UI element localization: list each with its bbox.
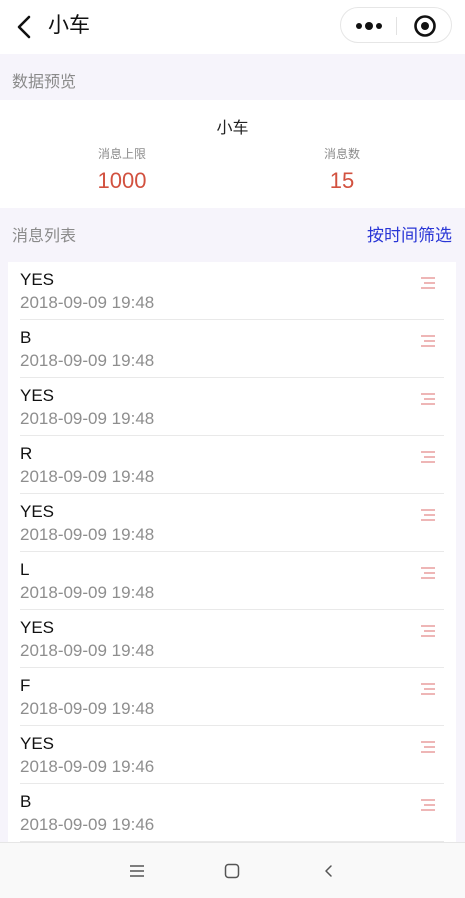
page-title: 小车 [48,14,90,37]
message-time: 2018-09-09 19:48 [20,641,155,660]
message-content: B [20,792,32,811]
message-content: YES [20,386,55,405]
nav-home-button[interactable] [217,857,247,885]
more-dots-icon [356,22,382,30]
list-lines-icon[interactable] [420,624,436,638]
list-item[interactable]: YES 2018-09-09 19:48 [20,262,444,320]
list-lines-icon[interactable] [420,392,436,406]
message-time: 2018-09-09 19:48 [20,699,155,718]
message-time: 2018-09-09 19:46 [20,815,155,834]
list-lines-icon[interactable] [420,450,436,464]
list-lines-icon[interactable] [420,276,436,290]
message-content: YES [20,502,55,521]
filter-by-time-link[interactable]: 按时间筛选 [367,221,452,246]
square-icon [224,863,240,879]
chevron-left-icon [325,865,332,877]
chevron-left-icon [17,15,31,39]
list-lines-icon[interactable] [420,566,436,580]
list-item[interactable]: YES 2018-09-09 19:48 [20,610,444,668]
system-nav-bar [0,842,465,898]
list-item[interactable]: YES 2018-09-09 19:46 [20,726,444,784]
list-item[interactable]: R 2018-09-09 19:48 [20,436,444,494]
message-time: 2018-09-09 19:48 [20,525,155,544]
list-item[interactable]: B 2018-09-09 19:48 [20,320,444,378]
list-item[interactable]: YES 2018-09-09 19:48 [20,494,444,552]
target-circle-icon [414,15,436,37]
list-item[interactable]: YES 2018-09-09 19:48 [20,378,444,436]
message-content: L [20,560,30,579]
mini-program-capsule [340,7,452,43]
nav-bar: 小车 [0,0,465,54]
list-lines-icon[interactable] [420,508,436,522]
list-lines-icon[interactable] [420,740,436,754]
back-button[interactable] [6,9,42,45]
list-item[interactable]: F 2018-09-09 19:48 [20,668,444,726]
stat-value: 1000 [97,168,147,193]
message-time: 2018-09-09 19:48 [20,467,155,486]
list-item[interactable]: L 2018-09-09 19:48 [20,552,444,610]
message-content: R [20,444,33,463]
list-lines-icon[interactable] [420,334,436,348]
stat-label: 消息数 [323,147,360,161]
message-list: YES 2018-09-09 19:48 B 2018-09-09 19:48 YES 2… [8,262,456,842]
message-time: 2018-09-09 19:48 [20,293,155,312]
message-time: 2018-09-09 19:48 [20,583,155,602]
message-content: YES [20,270,55,289]
preview-card: 小车 消息上限 1000 消息数 15 [0,100,465,208]
message-list-label: 消息列表 [12,228,77,245]
list-lines-icon[interactable] [420,682,436,696]
list-item[interactable]: B 2018-09-09 19:46 [20,784,444,842]
stat-message-count: 消息数 15 [242,146,442,196]
message-content: YES [20,618,55,637]
capsule-divider [396,17,397,35]
message-content: F [20,676,31,695]
message-content: B [20,328,32,347]
page: 小车 数据预览 小车 消息上限 1000 消息数 15 消息列表 按时间筛选 Y… [0,0,465,898]
device-name: 小车 [216,120,249,137]
message-time: 2018-09-09 19:48 [20,351,155,370]
nav-back-button[interactable] [314,857,344,885]
data-preview-label: 数据预览 [12,74,77,91]
nav-menu-button[interactable] [122,857,152,885]
message-time: 2018-09-09 19:48 [20,409,155,428]
message-time: 2018-09-09 19:46 [20,757,155,776]
message-content: YES [20,734,55,753]
close-button[interactable] [405,12,445,40]
hamburger-icon [130,865,144,877]
list-lines-icon[interactable] [420,798,436,812]
stat-value: 15 [329,168,355,193]
more-button[interactable] [349,12,389,40]
stat-message-limit: 消息上限 1000 [22,146,222,196]
message-list-card: YES 2018-09-09 19:48 B 2018-09-09 19:48 YES 2… [8,262,456,842]
stat-label: 消息上限 [97,147,146,161]
